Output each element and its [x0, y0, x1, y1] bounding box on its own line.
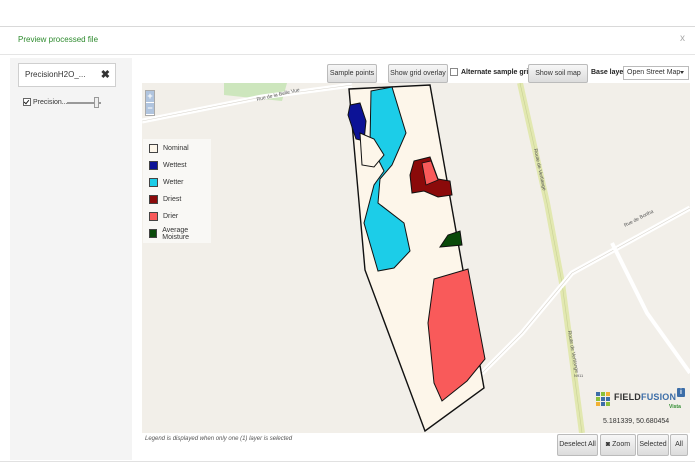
base-layer-select[interactable]: Open Street Map — [623, 66, 689, 80]
modal-title: Preview processed file — [18, 35, 99, 44]
zoom-out-button[interactable]: − — [146, 103, 154, 115]
legend-swatch — [149, 144, 158, 153]
legend-item: Driest — [149, 195, 181, 204]
road-label-vertlange-bottom: Route de Vertlange — [566, 330, 579, 373]
legend-label: Wetter — [163, 179, 184, 186]
alternate-sample-grid-checkbox[interactable] — [450, 68, 458, 76]
legend-item: Wetter — [149, 178, 184, 187]
road-label-vertlange-top: Route de Vertlange — [532, 148, 547, 191]
map-canvas[interactable]: Rue de la Belle Vue Rue de Bortha Route … — [142, 83, 690, 433]
legend-item: Wettest — [149, 161, 187, 170]
map-coordinates: 5.181339, 50.680454 — [603, 418, 670, 425]
zoom-label: Zoom — [612, 441, 631, 448]
fieldfusion-logo: FIELDFUSION Vista — [596, 390, 684, 412]
layer-visibility-row: Precision... — [23, 98, 68, 106]
map-layers: Rue de la Belle Vue Rue de Bortha Route … — [142, 83, 690, 433]
legend-item: Nominal — [149, 144, 189, 153]
opacity-slider-handle[interactable] — [94, 97, 99, 108]
zoom-in-button[interactable]: + — [146, 91, 154, 103]
selected-button[interactable]: Selected — [637, 434, 669, 456]
deselect-all-button[interactable]: Deselect All — [557, 434, 598, 456]
layer-visibility-checkbox[interactable] — [23, 98, 31, 106]
info-icon[interactable]: i — [677, 388, 685, 397]
logo-subtext: Vista — [669, 404, 681, 410]
binoculars-icon: ◙ — [605, 441, 611, 448]
layer-tab[interactable]: PrecisionH2O_... ✖ — [18, 63, 116, 87]
road-side — [610, 242, 690, 375]
chevron-down-icon — [680, 71, 684, 74]
road-label-bortha: Rue de Bortha — [623, 209, 655, 229]
map-legend: Nominal Wettest Wetter Driest Drier Aver… — [143, 139, 211, 243]
close-icon[interactable]: x — [680, 33, 685, 44]
sample-points-button[interactable]: Sample points — [327, 64, 377, 83]
layer-name: Precision... — [33, 98, 68, 106]
layers-sidebar: PrecisionH2O_... ✖ Precision... — [10, 58, 132, 460]
legend-swatch — [149, 229, 158, 238]
remove-layer-icon[interactable]: ✖ — [101, 64, 110, 86]
header-divider — [0, 54, 695, 55]
legend-label: Wettest — [163, 162, 187, 169]
road-label-id: N911 — [574, 373, 584, 378]
alternate-sample-grid-toggle[interactable]: Alternate sample grid — [450, 68, 533, 76]
zoom-button[interactable]: ◙ Zoom — [600, 434, 636, 456]
legend-swatch — [149, 212, 158, 221]
legend-label: Average Moisture — [162, 226, 190, 241]
alternate-sample-grid-label: Alternate sample grid — [461, 68, 533, 76]
show-grid-overlay-button[interactable]: Show grid overlay — [388, 64, 448, 83]
logo-grid-icon — [596, 392, 610, 406]
legend-item: Average Moisture — [149, 226, 211, 241]
legend-swatch — [149, 195, 158, 204]
all-button[interactable]: All — [670, 434, 688, 456]
legend-label: Drier — [163, 213, 179, 220]
road-vertlange — [517, 83, 585, 433]
map-zoom-control: + − — [145, 90, 155, 116]
legend-item: Drier — [149, 212, 178, 221]
legend-swatch — [149, 178, 158, 187]
legend-label: Driest — [163, 196, 182, 203]
show-soil-map-button[interactable]: Show soil map — [528, 64, 588, 83]
legend-swatch — [149, 161, 158, 170]
base-layer-value: Open Street Map — [627, 69, 681, 76]
layer-tab-label: PrecisionH2O_... — [25, 70, 86, 79]
bottom-divider — [0, 461, 695, 462]
top-border — [0, 26, 695, 27]
legend-note: Legend is displayed when only one (1) la… — [145, 436, 293, 442]
logo-wordmark: FIELDFUSION — [614, 392, 677, 402]
legend-label: Nominal — [163, 145, 189, 152]
